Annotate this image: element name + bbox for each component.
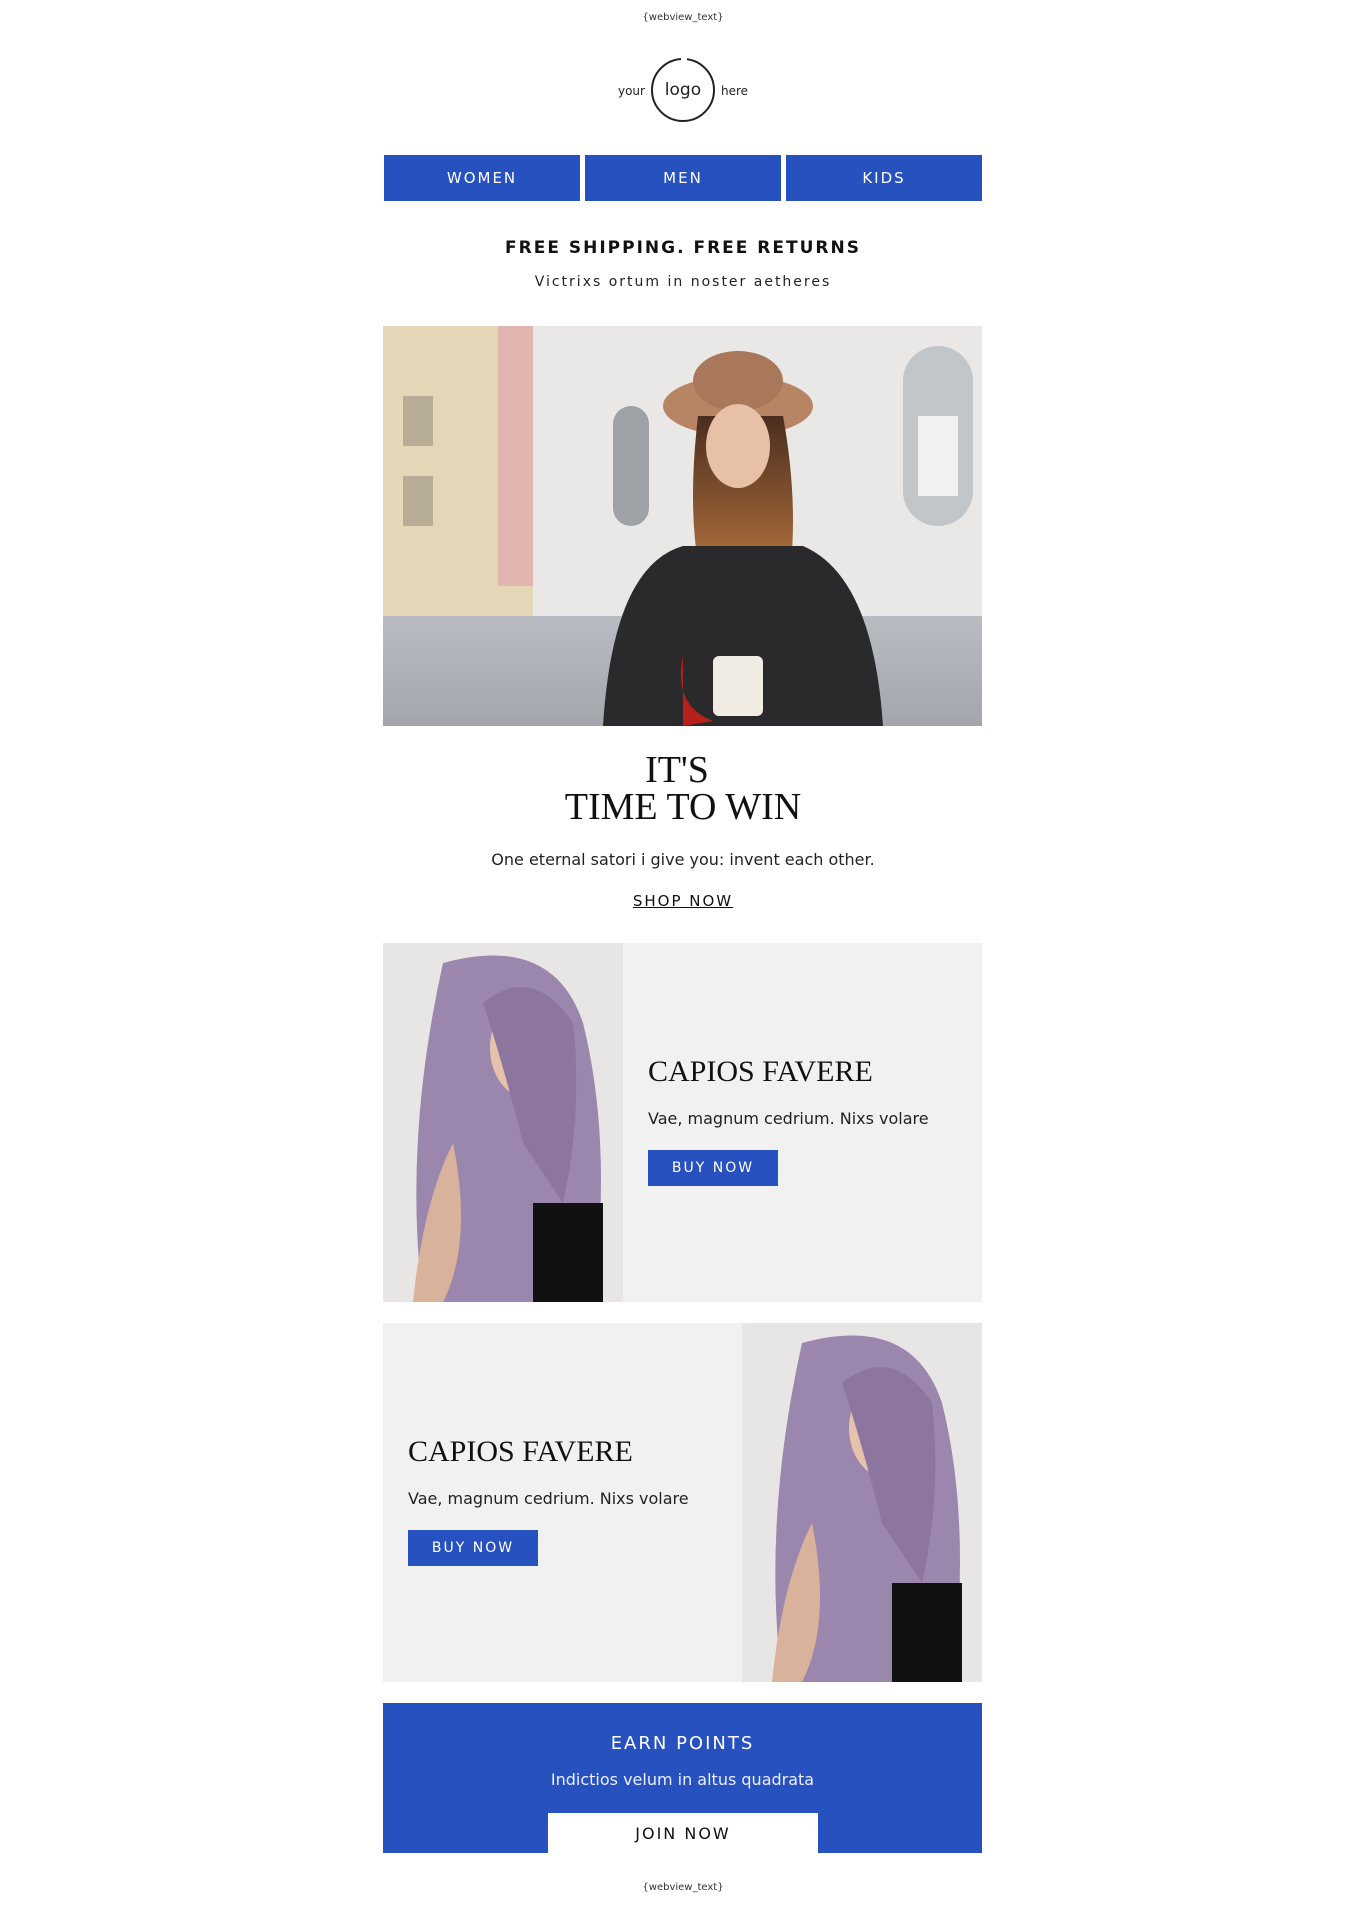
hero-photo xyxy=(383,326,982,726)
hero-image[interactable] xyxy=(383,326,982,726)
shop-now-link[interactable]: SHOP NOW xyxy=(633,892,733,910)
logo-left-text: your xyxy=(617,84,645,98)
product-description-2: Vae, magnum cedrium. Nixs volare xyxy=(408,1489,689,1508)
category-nav: WOMEN MEN KIDS xyxy=(384,155,982,201)
product-title-1: CAPIOS FAVERE xyxy=(648,1055,873,1088)
product-card-2: CAPIOS FAVERE Vae, magnum cedrium. Nixs … xyxy=(383,1323,982,1682)
logo[interactable]: your logo here xyxy=(0,56,1366,122)
headline-line1: IT'S xyxy=(645,749,709,791)
product-text-2: CAPIOS FAVERE Vae, magnum cedrium. Nixs … xyxy=(408,1435,689,1566)
product-image-1[interactable] xyxy=(383,943,623,1302)
nav-women[interactable]: WOMEN xyxy=(384,155,580,201)
earn-points-title: EARN POINTS xyxy=(610,1733,755,1754)
logo-center-text: logo xyxy=(664,80,702,100)
headline-line2: TIME TO WIN xyxy=(564,786,802,828)
webview-link-bottom[interactable]: {webview_text} xyxy=(0,1882,1366,1893)
product-description-1: Vae, magnum cedrium. Nixs volare xyxy=(648,1109,929,1128)
headline: IT'S TIME TO WIN xyxy=(0,749,1366,828)
nav-men[interactable]: MEN xyxy=(585,155,781,201)
logo-right-text: here xyxy=(720,84,749,98)
lilac-hair-photo-1 xyxy=(383,943,623,1302)
buy-now-button-1[interactable]: BUY NOW xyxy=(648,1150,778,1186)
earn-points-subtitle: Indictios velum in altus quadrata xyxy=(550,1770,815,1789)
tagline: One eternal satori i give you: invent ea… xyxy=(491,850,875,869)
lilac-hair-photo-2 xyxy=(742,1323,982,1682)
nav-kids[interactable]: KIDS xyxy=(786,155,982,201)
product-image-2[interactable] xyxy=(742,1323,982,1682)
product-card-1: CAPIOS FAVERE Vae, magnum cedrium. Nixs … xyxy=(383,943,982,1302)
shop-now-link-wrap: SHOP NOW xyxy=(0,892,1366,911)
earn-points-banner: EARN POINTS Indictios velum in altus qua… xyxy=(383,1703,982,1853)
join-now-button[interactable]: JOIN NOW xyxy=(548,1813,818,1853)
product-text-1: CAPIOS FAVERE Vae, magnum cedrium. Nixs … xyxy=(648,1055,929,1186)
shipping-title: FREE SHIPPING. FREE RETURNS xyxy=(505,238,861,258)
logo-circle: logo xyxy=(650,56,715,122)
buy-now-button-2[interactable]: BUY NOW xyxy=(408,1530,538,1566)
product-title-2: CAPIOS FAVERE xyxy=(408,1435,633,1468)
shipping-subtitle: Victrixs ortum in noster aetheres xyxy=(534,274,832,290)
webview-link-top[interactable]: {webview_text} xyxy=(0,12,1366,23)
